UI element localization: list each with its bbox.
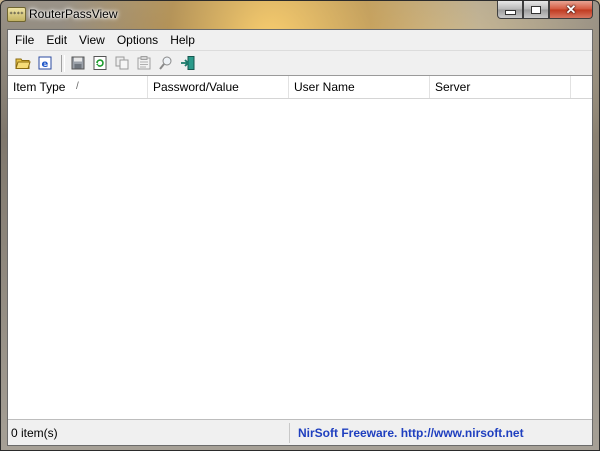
internet-explorer-icon: e bbox=[38, 56, 52, 70]
open-folder-icon bbox=[15, 58, 31, 69]
toolbar-separator bbox=[61, 54, 65, 72]
list-body[interactable] bbox=[8, 99, 592, 419]
column-user-name-label: User Name bbox=[294, 80, 355, 94]
app-window: **** RouterPassView ✕ File Edit View Opt… bbox=[0, 0, 600, 451]
caption-buttons: ✕ bbox=[497, 1, 593, 19]
menu-bar: File Edit View Options Help bbox=[8, 30, 592, 51]
column-password-value-label: Password/Value bbox=[153, 80, 239, 94]
menu-edit[interactable]: Edit bbox=[41, 33, 74, 47]
refresh-icon bbox=[93, 56, 107, 70]
menu-view[interactable]: View bbox=[74, 33, 112, 47]
save-button[interactable] bbox=[69, 54, 87, 72]
find-icon bbox=[159, 56, 172, 70]
column-password-value[interactable]: Password/Value bbox=[148, 76, 289, 98]
exit-icon bbox=[181, 56, 195, 70]
column-headers: Item Type / Password/Value User Name Ser… bbox=[8, 76, 592, 99]
close-icon: ✕ bbox=[565, 2, 577, 17]
status-bar: 0 item(s) NirSoft Freeware. http://www.n… bbox=[8, 419, 592, 445]
properties-button[interactable] bbox=[135, 54, 153, 72]
find-button[interactable] bbox=[157, 54, 175, 72]
maximize-icon bbox=[531, 5, 541, 14]
title-bar[interactable]: **** RouterPassView ✕ bbox=[1, 1, 599, 29]
menu-options[interactable]: Options bbox=[112, 33, 165, 47]
close-button[interactable]: ✕ bbox=[549, 1, 593, 19]
menu-file[interactable]: File bbox=[10, 33, 41, 47]
sort-indicator: / bbox=[76, 81, 79, 92]
status-item-count: 0 item(s) bbox=[8, 422, 290, 443]
items-list[interactable]: Item Type / Password/Value User Name Ser… bbox=[8, 75, 592, 419]
toolbar: e bbox=[8, 51, 592, 76]
copy-icon bbox=[115, 56, 129, 70]
minimize-icon bbox=[504, 10, 516, 15]
minimize-button[interactable] bbox=[497, 1, 523, 19]
nirsoft-link[interactable]: NirSoft Freeware. http://www.nirsoft.net bbox=[290, 426, 524, 440]
column-server[interactable]: Server bbox=[430, 76, 571, 98]
app-icon[interactable]: **** bbox=[7, 7, 26, 22]
column-item-type-label: Item Type bbox=[13, 80, 66, 94]
copy-button[interactable] bbox=[113, 54, 131, 72]
column-server-label: Server bbox=[435, 80, 471, 94]
window-title: RouterPassView bbox=[29, 7, 118, 21]
maximize-button[interactable] bbox=[523, 1, 549, 19]
refresh-button[interactable] bbox=[91, 54, 109, 72]
client-area: File Edit View Options Help e Item Type … bbox=[7, 29, 593, 446]
svg-text:e: e bbox=[42, 59, 49, 70]
open-button[interactable] bbox=[14, 54, 32, 72]
save-icon bbox=[71, 56, 85, 70]
menu-help[interactable]: Help bbox=[165, 33, 202, 47]
exit-button[interactable] bbox=[179, 54, 197, 72]
column-item-type[interactable]: Item Type / bbox=[8, 76, 148, 98]
column-user-name[interactable]: User Name bbox=[289, 76, 430, 98]
ie-button[interactable]: e bbox=[36, 54, 54, 72]
properties-icon bbox=[137, 56, 151, 70]
